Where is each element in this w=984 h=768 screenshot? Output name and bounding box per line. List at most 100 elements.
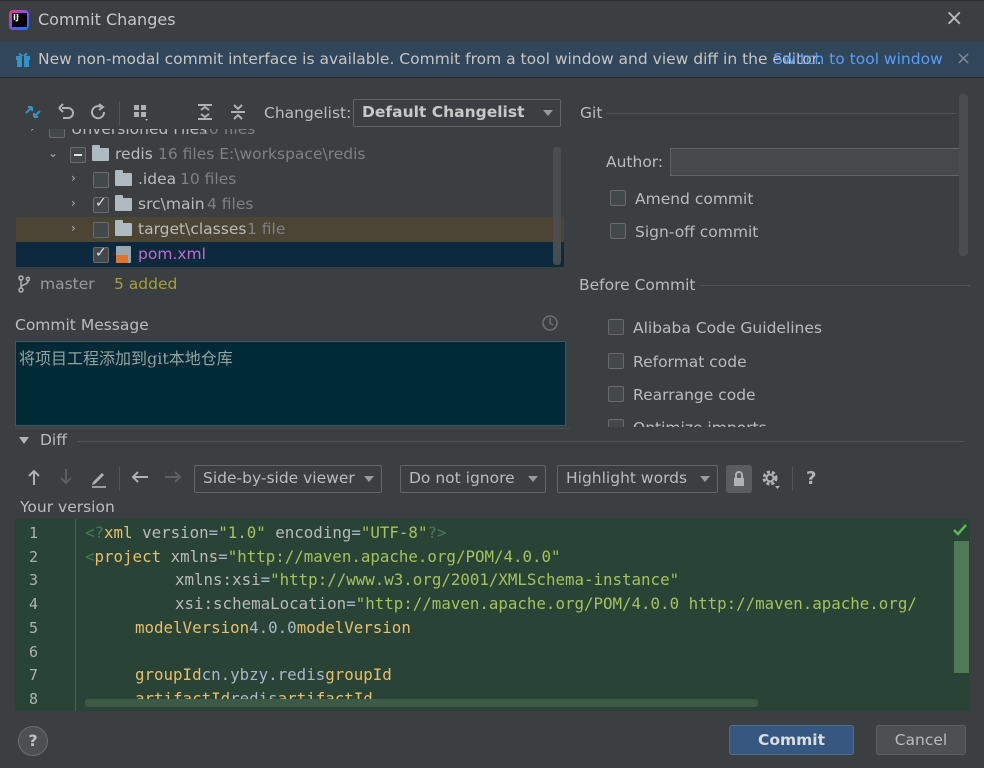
chevron-down-icon	[528, 476, 538, 482]
back-arrow-icon[interactable]	[129, 468, 151, 490]
horizontal-scrollbar[interactable]	[85, 699, 758, 707]
tree-row-idea[interactable]: › .idea 10 files	[16, 167, 564, 192]
chevron-down-icon	[543, 110, 553, 116]
chevron-right-icon[interactable]: ›	[71, 171, 76, 185]
tree-row-redis[interactable]: ⌄ redis 16 files E:\workspace\redis	[16, 142, 564, 167]
before-commit-options: Alibaba Code Guidelines Reformat code Re…	[579, 310, 959, 427]
optimize-imports-label: Optimize imports	[633, 419, 767, 427]
chevron-down-icon	[700, 476, 710, 482]
switch-to-tool-window-link[interactable]: Switch to tool window	[773, 50, 943, 68]
chevron-right-icon[interactable]: ›	[71, 221, 76, 235]
rollback-icon[interactable]	[55, 102, 77, 124]
tree-row-pom-xml[interactable]: pom.xml	[16, 242, 564, 267]
changelist-value: Default Changelist	[362, 103, 525, 121]
refresh-icon[interactable]	[87, 102, 109, 124]
chevron-right-icon[interactable]: ›	[71, 196, 76, 210]
toolbar-separator	[792, 467, 793, 491]
toolbar-separator	[119, 467, 120, 491]
section-divider	[606, 113, 956, 114]
gift-icon	[16, 52, 30, 67]
amend-commit-checkbox[interactable]	[610, 190, 626, 206]
show-diff-icon[interactable]	[22, 102, 44, 124]
help-icon[interactable]: ?	[18, 726, 48, 756]
diff-help-icon[interactable]: ?	[806, 468, 816, 489]
amend-commit-label: Amend commit	[635, 190, 754, 208]
chevron-down-icon[interactable]: ⌄	[48, 146, 58, 160]
changelist-select[interactable]: Default Changelist	[353, 99, 561, 127]
splitter[interactable]	[15, 428, 570, 429]
added-count: 5 added	[114, 275, 178, 293]
redis-checkbox[interactable]	[70, 147, 86, 163]
code-line: modelVersion4.0.0modelVersion	[135, 618, 411, 637]
git-section-title: Git	[580, 104, 603, 122]
expand-all-icon[interactable]	[194, 102, 216, 124]
section-divider	[700, 285, 970, 286]
diff-collapse-icon[interactable]	[19, 437, 29, 444]
toolbar-separator	[119, 101, 120, 125]
title-bar: Commit Changes ×	[0, 0, 984, 38]
line-number-gutter: 1 2 3 4 5 6 7 8	[15, 519, 76, 711]
code-line: <?xml version="1.0" encoding="UTF-8"?>	[85, 523, 447, 542]
options-scrollbar[interactable]	[959, 94, 968, 256]
reformat-code-checkbox[interactable]	[608, 353, 624, 369]
tree-row-unversioned[interactable]: › Unversioned Files 10 files	[16, 129, 564, 142]
tree-scrollbar[interactable]	[553, 147, 561, 265]
author-input[interactable]	[670, 148, 963, 176]
change-marker-stripe	[954, 541, 969, 673]
rearrange-code-label: Rearrange code	[633, 386, 756, 404]
unversioned-checkbox[interactable]	[49, 129, 65, 138]
highlight-select[interactable]: Highlight words	[557, 465, 718, 493]
lock-toggle[interactable]	[726, 465, 752, 493]
before-commit-title: Before Commit	[579, 276, 696, 294]
intellij-app-icon	[9, 10, 29, 30]
forward-arrow-icon[interactable]	[162, 468, 184, 490]
sign-off-commit-checkbox[interactable]	[610, 223, 626, 239]
settings-gear-icon[interactable]	[760, 468, 782, 494]
lock-icon	[734, 471, 744, 486]
author-label: Author:	[606, 153, 664, 171]
rearrange-code-checkbox[interactable]	[608, 386, 624, 402]
ignore-value: Do not ignore	[409, 469, 515, 487]
history-icon[interactable]	[541, 314, 559, 336]
collapse-all-icon[interactable]	[227, 102, 249, 124]
viewer-select[interactable]: Side-by-side viewer	[194, 465, 382, 493]
viewer-value: Side-by-side viewer	[203, 469, 355, 487]
pom-xml-checkbox[interactable]	[93, 245, 109, 263]
diff-section-title: Diff	[40, 431, 67, 449]
chevron-down-icon	[364, 476, 374, 482]
edit-source-icon[interactable]	[88, 468, 110, 490]
group-by-icon[interactable]	[130, 102, 152, 124]
ignore-select[interactable]: Do not ignore	[400, 465, 546, 493]
code-line: <project xmlns="http://maven.apache.org/…	[85, 547, 561, 566]
src-main-checkbox[interactable]	[93, 195, 109, 213]
your-version-label: Your version	[20, 498, 115, 516]
target-classes-checkbox[interactable]	[93, 222, 109, 238]
banner-text: New non-modal commit interface is availa…	[38, 50, 822, 68]
alibaba-guidelines-checkbox[interactable]	[608, 319, 624, 335]
changelist-label: Changelist:	[264, 104, 352, 122]
maven-file-icon	[116, 246, 131, 263]
folder-icon	[115, 170, 132, 186]
section-divider	[78, 441, 964, 442]
folder-icon	[115, 220, 132, 236]
commit-message-label: Commit Message	[15, 316, 149, 334]
commit-button[interactable]: Commit	[729, 725, 854, 755]
module-folder-icon	[92, 145, 109, 161]
tree-row-target-classes[interactable]: › target\classes 1 file	[16, 217, 564, 242]
banner-close-icon[interactable]: ×	[956, 48, 971, 69]
sign-off-commit-label: Sign-off commit	[635, 223, 759, 241]
optimize-imports-checkbox[interactable]	[608, 419, 624, 427]
previous-difference-icon[interactable]	[23, 468, 45, 490]
code-line: groupIdcn.ybzy.redisgroupId	[135, 665, 392, 684]
close-icon[interactable]: ×	[945, 7, 963, 31]
diff-editor[interactable]: 1 2 3 4 5 6 7 8 <?xml version="1.0" enco…	[15, 519, 970, 711]
window-title: Commit Changes	[38, 10, 176, 29]
highlight-value: Highlight words	[566, 469, 688, 487]
alibaba-guidelines-label: Alibaba Code Guidelines	[633, 319, 822, 337]
tree-row-src-main[interactable]: › src\main 4 files	[16, 192, 564, 217]
notification-banner: New non-modal commit interface is availa…	[0, 41, 984, 78]
next-difference-icon[interactable]	[55, 468, 77, 490]
commit-message-input[interactable]: 将项目工程添加到git本地仓库	[15, 341, 566, 426]
cancel-button[interactable]: Cancel	[876, 725, 966, 755]
idea-checkbox[interactable]	[93, 172, 109, 188]
